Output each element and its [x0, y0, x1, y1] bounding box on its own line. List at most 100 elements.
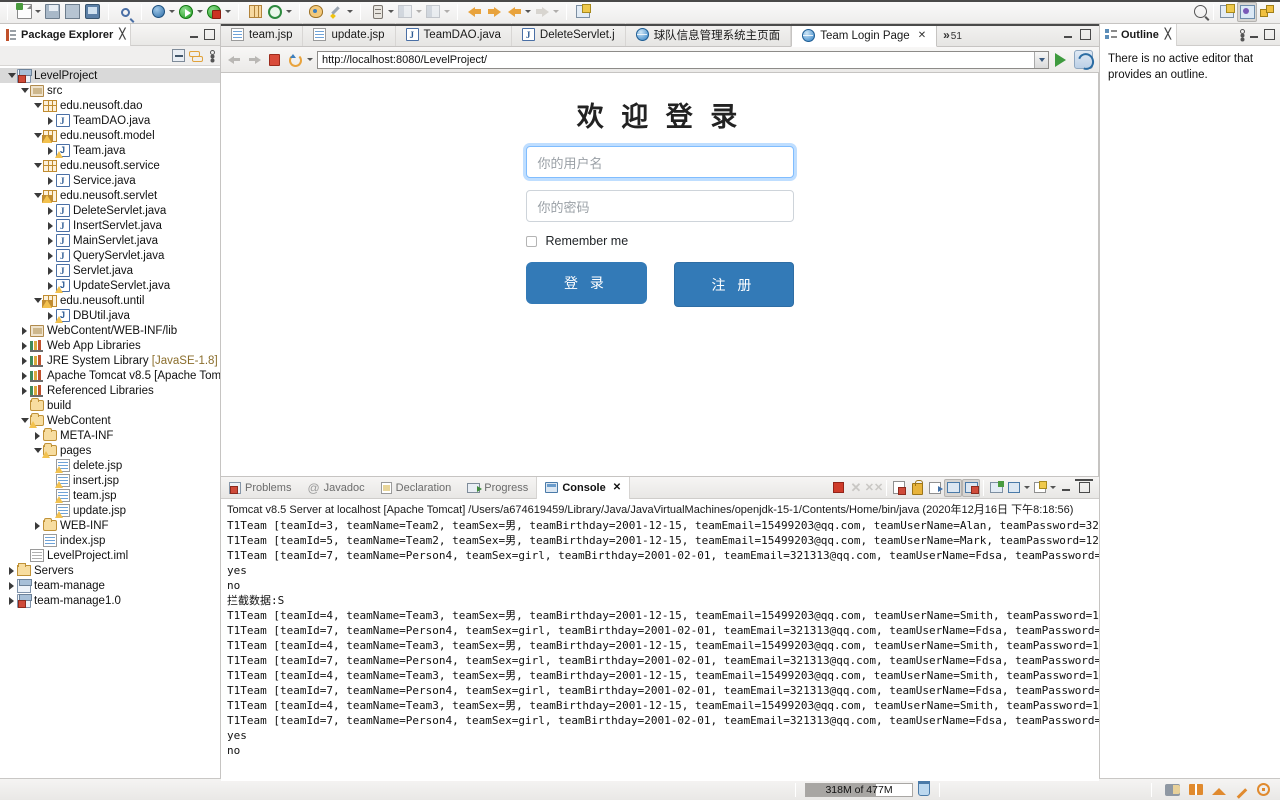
search-small-icon[interactable] — [115, 2, 135, 22]
tree-item[interactable]: team-manage — [0, 578, 220, 593]
editor-tab-overflow[interactable]: »51 — [937, 23, 968, 46]
tree-item[interactable]: team.jsp — [0, 488, 220, 503]
view-menu-icon[interactable] — [1237, 28, 1245, 41]
tree-item[interactable]: edu.neusoft.servlet — [0, 188, 220, 203]
minimize-icon[interactable] — [189, 29, 200, 40]
chevron-right-icon[interactable] — [6, 563, 17, 578]
tree-item[interactable]: TeamDAO.java — [0, 113, 220, 128]
console-tab[interactable]: @Javadoc — [299, 477, 372, 499]
run-server-icon[interactable] — [204, 2, 224, 22]
tree-item[interactable]: insert.jsp — [0, 473, 220, 488]
chevron-right-icon[interactable] — [32, 518, 43, 533]
chevron-down-icon[interactable] — [6, 68, 17, 83]
url-dropdown-icon[interactable] — [1034, 52, 1048, 68]
go-icon[interactable] — [1052, 51, 1069, 68]
editor-tab[interactable]: team.jsp — [221, 23, 303, 46]
minimize-icon[interactable] — [1063, 29, 1074, 40]
tree-item[interactable]: update.jsp — [0, 503, 220, 518]
maximize-icon[interactable] — [1264, 29, 1275, 40]
view-dropdown-arrow[interactable] — [443, 2, 451, 22]
tree-item[interactable]: Servers — [0, 563, 220, 578]
console-tab-list[interactable]: Problems@JavadocDeclarationProgressConso… — [221, 477, 630, 499]
tree-item[interactable]: Referenced Libraries — [0, 383, 220, 398]
register-button[interactable]: 注 册 — [674, 262, 794, 307]
username-input[interactable]: 你的用户名 — [526, 146, 794, 178]
next-edit-icon[interactable] — [532, 2, 552, 22]
minimize-icon[interactable] — [1249, 29, 1260, 40]
chevron-right-icon[interactable] — [19, 323, 30, 338]
run-icon[interactable] — [176, 2, 196, 22]
back-icon[interactable] — [464, 2, 484, 22]
chevron-down-icon[interactable] — [19, 83, 30, 98]
tree-item[interactable]: WebContent/WEB-INF/lib — [0, 323, 220, 338]
tree-item[interactable]: DeleteServlet.java — [0, 203, 220, 218]
editor-tab[interactable]: DeleteServlet.j — [512, 23, 626, 46]
back-icon[interactable] — [226, 51, 243, 68]
project-tree[interactable]: LevelProjectsrcedu.neusoft.daoTeamDAO.ja… — [0, 66, 220, 778]
tree-item[interactable]: index.jsp — [0, 533, 220, 548]
next-edit-dropdown-arrow[interactable] — [552, 2, 560, 22]
maximize-icon[interactable] — [1080, 29, 1091, 40]
console-output[interactable]: T1Team [teamId=3, teamName=Team2, teamSe… — [221, 518, 1099, 781]
show-console-icon[interactable] — [944, 479, 962, 497]
tree-item[interactable]: WEB-INF — [0, 518, 220, 533]
open-console-icon[interactable] — [987, 479, 1005, 497]
tab-outline[interactable]: Outline ╳ — [1100, 24, 1177, 46]
tree-item[interactable]: Apache Tomcat v8.5 [Apache Tomca — [0, 368, 220, 383]
chevron-right-icon[interactable] — [45, 113, 56, 128]
new-java-package-icon[interactable] — [245, 2, 265, 22]
tree-item[interactable]: Web App Libraries — [0, 338, 220, 353]
console-tab[interactable]: Declaration — [373, 477, 460, 499]
chevron-right-icon[interactable] — [19, 338, 30, 353]
console-tab[interactable]: Problems — [221, 477, 299, 499]
new-icon[interactable] — [14, 2, 34, 22]
new-console-view-icon[interactable] — [1031, 479, 1049, 497]
tree-item[interactable]: Servlet.java — [0, 263, 220, 278]
coverage-dropdown-arrow[interactable] — [285, 2, 293, 22]
chevron-right-icon[interactable] — [45, 173, 56, 188]
console-tab[interactable]: Console✕ — [536, 477, 630, 499]
close-icon[interactable]: ✕ — [613, 482, 621, 493]
chevron-right-icon[interactable] — [45, 218, 56, 233]
run-server-dropdown-arrow[interactable] — [224, 2, 232, 22]
link-with-editor-icon[interactable] — [189, 49, 203, 62]
new-console-dropdown-arrow[interactable] — [1049, 478, 1057, 498]
edit-icon[interactable] — [326, 2, 346, 22]
close-icon[interactable]: ╳ — [119, 29, 125, 40]
chevron-right-icon[interactable] — [19, 353, 30, 368]
open-perspective-icon[interactable] — [1217, 2, 1237, 22]
close-icon[interactable]: ╳ — [1165, 29, 1171, 40]
maximize-icon[interactable] — [1075, 479, 1093, 497]
lock-scroll-icon[interactable] — [908, 479, 926, 497]
chevron-right-icon[interactable] — [19, 383, 30, 398]
editor-tabbar[interactable]: team.jspupdate.jspTeamDAO.javaDeleteServ… — [221, 24, 1099, 47]
debug-dropdown-arrow[interactable] — [168, 2, 176, 22]
chevron-right-icon[interactable] — [45, 248, 56, 263]
tree-item[interactable]: edu.neusoft.until — [0, 293, 220, 308]
tree-item[interactable]: InsertServlet.java — [0, 218, 220, 233]
view-icon[interactable] — [423, 2, 443, 22]
graduation-icon[interactable] — [1212, 785, 1226, 795]
display-selected-console-icon[interactable] — [1005, 479, 1023, 497]
tree-item[interactable]: pages — [0, 443, 220, 458]
terminate-icon[interactable] — [829, 479, 847, 497]
tree-item[interactable]: src — [0, 83, 220, 98]
remove-launch-icon[interactable]: ✕ — [847, 479, 865, 497]
trash-icon[interactable] — [918, 783, 930, 796]
edit-dropdown-arrow[interactable] — [346, 2, 354, 22]
collapse-all-icon[interactable] — [172, 49, 185, 62]
save-icon[interactable] — [42, 2, 62, 22]
coverage-icon[interactable] — [265, 2, 285, 22]
tree-item[interactable]: QueryServlet.java — [0, 248, 220, 263]
remove-all-launches-icon[interactable]: ✕✕ — [865, 479, 883, 497]
stop-icon[interactable] — [266, 51, 283, 68]
display-console-dropdown-arrow[interactable] — [1023, 478, 1031, 498]
remember-me-checkbox[interactable] — [526, 236, 537, 247]
tree-item[interactable]: WebContent — [0, 413, 220, 428]
tree-item[interactable]: JRE System Library [JavaSE-1.8] — [0, 353, 220, 368]
pin-console-icon[interactable] — [962, 479, 980, 497]
console-tab[interactable]: Progress — [459, 477, 536, 499]
new-perspective-icon[interactable] — [573, 2, 593, 22]
tree-item[interactable]: DBUtil.java — [0, 308, 220, 323]
editor-tab[interactable]: Team Login Page✕ — [791, 24, 937, 47]
